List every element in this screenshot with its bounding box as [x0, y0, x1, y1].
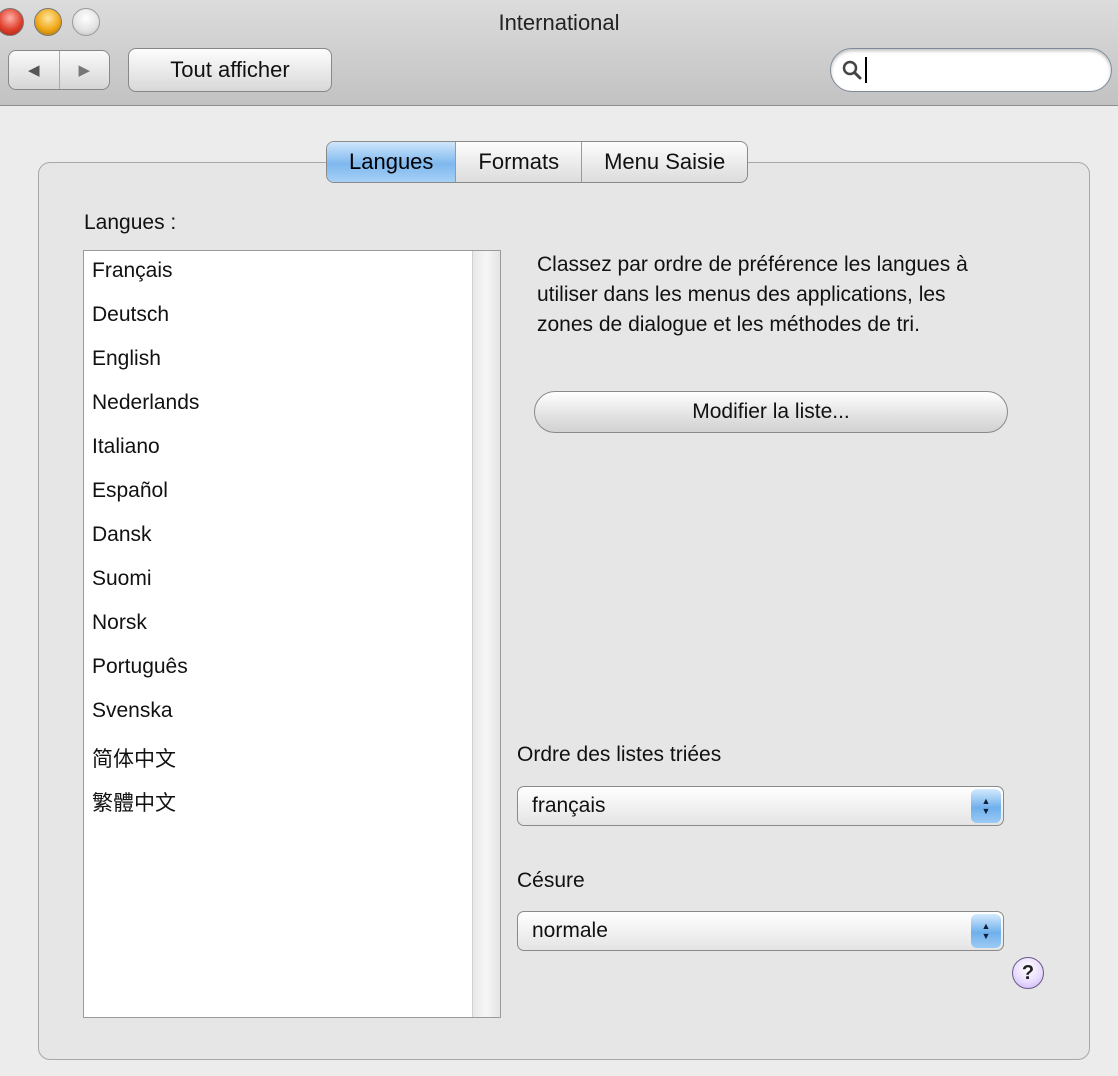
search-icon	[842, 60, 862, 80]
search-field[interactable]	[830, 48, 1112, 92]
updown-arrows-icon: ▲ ▼	[971, 914, 1001, 948]
nav-back-forward: ◀ ▶	[8, 50, 110, 90]
show-all-button[interactable]: Tout afficher	[128, 48, 332, 92]
list-item[interactable]: Deutsch	[92, 303, 169, 327]
list-item[interactable]: Español	[92, 479, 168, 503]
text-caret	[865, 57, 867, 83]
tab-menu-saisie[interactable]: Menu Saisie	[581, 142, 747, 182]
help-button[interactable]: ?	[1012, 957, 1044, 989]
hyphenation-select[interactable]: normale ▲ ▼	[517, 911, 1004, 951]
list-item[interactable]: Svenska	[92, 699, 173, 723]
tab-bar: Langues Formats Menu Saisie	[326, 141, 749, 183]
search-input[interactable]	[873, 57, 1103, 83]
forward-arrow-icon[interactable]: ▶	[60, 51, 110, 89]
list-item[interactable]: Suomi	[92, 567, 152, 591]
list-item[interactable]: Dansk	[92, 523, 152, 547]
window-title: International	[498, 10, 620, 35]
list-item[interactable]: English	[92, 347, 161, 371]
list-item[interactable]: Nederlands	[92, 391, 199, 415]
sort-order-value: français	[532, 794, 606, 817]
back-arrow-icon[interactable]: ◀	[9, 51, 60, 89]
list-item[interactable]: 繁體中文	[92, 787, 176, 817]
sort-order-label: Ordre des listes triées	[517, 743, 722, 766]
tab-formats[interactable]: Formats	[455, 142, 581, 182]
modify-list-button[interactable]: Modifier la liste...	[534, 391, 1008, 433]
window-toolbar: International ◀ ▶ Tout afficher	[0, 0, 1118, 106]
list-scrollbar[interactable]	[472, 251, 500, 1017]
languages-label: Langues :	[84, 211, 177, 234]
languages-list[interactable]: Français Deutsch English Nederlands Ital…	[83, 250, 501, 1018]
list-item[interactable]: Italiano	[92, 435, 160, 459]
hyphenation-label: Césure	[517, 869, 585, 892]
hyphenation-value: normale	[532, 919, 608, 942]
updown-arrows-icon: ▲ ▼	[971, 789, 1001, 823]
list-item[interactable]: Português	[92, 655, 188, 679]
list-item[interactable]: Français	[92, 259, 173, 283]
sort-order-select[interactable]: français ▲ ▼	[517, 786, 1004, 826]
list-item[interactable]: 简体中文	[92, 743, 176, 773]
list-item[interactable]: Norsk	[92, 611, 147, 635]
tab-langues[interactable]: Langues	[327, 142, 456, 182]
languages-description: Classez par ordre de préférence les lang…	[537, 253, 968, 336]
